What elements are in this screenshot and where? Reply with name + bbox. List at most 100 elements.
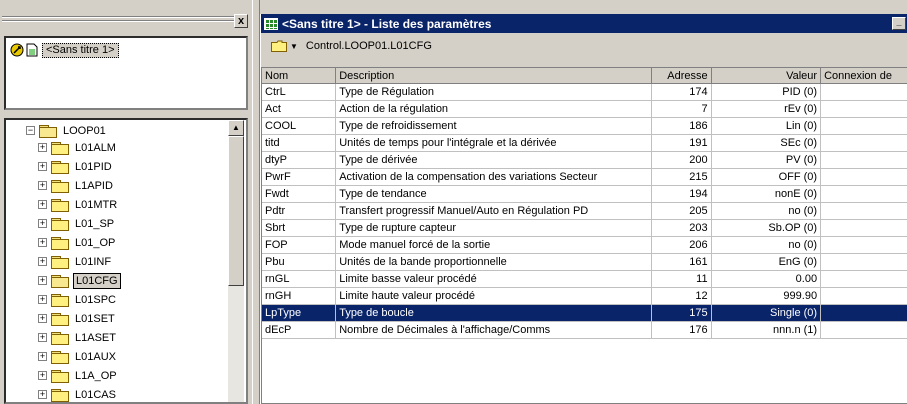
minimize-button[interactable]: _	[892, 17, 906, 30]
table-row[interactable]: Pbu Unités de la bande proportionnelle 161…	[262, 253, 907, 271]
chevron-down-icon[interactable]: ▼	[290, 42, 298, 51]
tree-node[interactable]: + L1APID	[38, 177, 115, 194]
expand-icon[interactable]: +	[38, 238, 47, 247]
table-row[interactable]: Fwdt Type de tendance 194 nonE (0)	[262, 185, 907, 203]
cell-nom: PwrF	[262, 168, 337, 186]
table-row[interactable]: Sbrt Type de rupture capteur 203 Sb.OP (0)	[262, 219, 907, 237]
tree-node[interactable]: + L01ALM	[38, 139, 118, 156]
tree-node[interactable]: + L1ASET	[38, 329, 118, 346]
cell-nom: titd	[262, 134, 337, 152]
cell-adresse: 203	[651, 219, 712, 237]
folder-open-icon	[51, 274, 69, 288]
tree-node[interactable]: + L01CFG	[38, 272, 121, 289]
cell-valeur: no (0)	[711, 202, 822, 220]
column-header-description[interactable]: Description	[335, 68, 652, 84]
scroll-thumb[interactable]	[228, 136, 244, 286]
collapse-icon[interactable]: −	[26, 126, 35, 135]
expand-icon[interactable]: +	[38, 390, 47, 399]
table-row[interactable]: COOL Type de refroidissement 186 Lin (0)	[262, 117, 907, 135]
tree-node[interactable]: + L01_OP	[38, 234, 117, 251]
folder-icon	[51, 198, 69, 212]
tree-node[interactable]: + L01PID	[38, 158, 114, 175]
table-row[interactable]: Act Action de la régulation 7 rEv (0)	[262, 100, 907, 118]
cell-description: Limite haute valeur procédé	[335, 287, 652, 305]
cell-valeur: PV (0)	[711, 151, 822, 169]
tree-node[interactable]: + L01SPC	[38, 291, 118, 308]
table-row[interactable]: dEcP Nombre de Décimales à l'affichage/Co…	[262, 321, 907, 339]
tree-node-root[interactable]: − LOOP01	[26, 122, 108, 139]
tree-scrollbar[interactable]: ▲	[228, 120, 244, 402]
table-row[interactable]: rnGH Limite haute valeur procédé 12 999.90	[262, 287, 907, 305]
folder-icon	[51, 388, 69, 402]
expand-icon[interactable]: +	[38, 143, 47, 152]
tree-node[interactable]: + L01MTR	[38, 196, 119, 213]
folder-icon	[51, 369, 69, 383]
expand-icon[interactable]: +	[38, 162, 47, 171]
table-row[interactable]: titd Unités de temps pour l'intégrale et …	[262, 134, 907, 152]
cell-description: Type de boucle	[335, 304, 652, 322]
wrench-icon	[10, 43, 24, 57]
cell-valeur: Sb.OP (0)	[711, 219, 822, 237]
cell-connexion	[820, 321, 907, 339]
cell-nom: rnGH	[262, 287, 337, 305]
close-panel-button[interactable]: x	[234, 14, 248, 28]
expand-icon[interactable]: +	[38, 295, 47, 304]
cell-valeur: no (0)	[711, 236, 822, 254]
table-row[interactable]: dtyP Type de dérivée 200 PV (0)	[262, 151, 907, 169]
tree-node-label: L01ALM	[75, 141, 116, 154]
tree-node[interactable]: + L01CAS	[38, 386, 118, 402]
expand-icon[interactable]: +	[38, 352, 47, 361]
table-row[interactable]: CtrL Type de Régulation 174 PID (0)	[262, 83, 907, 101]
table-row[interactable]: Pdtr Transfert progressif Manuel/Auto en …	[262, 202, 907, 220]
scroll-up-icon[interactable]: ▲	[228, 120, 244, 136]
table-header: Nom Description Adresse Valeur Connexion…	[262, 68, 907, 84]
cell-adresse: 174	[651, 83, 712, 101]
column-header-adresse[interactable]: Adresse	[651, 68, 712, 84]
tree-node-label: L01_OP	[75, 236, 116, 249]
tree-node[interactable]: + L01INF	[38, 253, 113, 270]
tree-node-label: L01CAS	[75, 388, 116, 401]
cell-valeur: nnn.n (1)	[711, 321, 822, 339]
cell-adresse: 215	[651, 168, 712, 186]
expand-icon[interactable]: +	[38, 257, 47, 266]
expand-icon[interactable]: +	[38, 314, 47, 323]
cell-valeur: Lin (0)	[711, 117, 822, 135]
tree-node[interactable]: + L1A_OP	[38, 367, 119, 384]
pane-splitter[interactable]	[252, 0, 260, 404]
folder-icon	[51, 255, 69, 269]
folder-icon	[51, 160, 69, 174]
table-row[interactable]: LpType Type de boucle 175 Single (0)	[262, 304, 907, 322]
address-bar[interactable]: ▼ Control.LOOP01.L01CFG	[261, 37, 432, 55]
cell-connexion	[820, 219, 907, 237]
cell-description: Transfert progressif Manuel/Auto en Régu…	[335, 202, 652, 220]
cell-description: Limite basse valeur procédé	[335, 270, 652, 288]
table-row[interactable]: rnGL Limite basse valeur procédé 11 0.00	[262, 270, 907, 288]
cell-nom: LpType	[262, 304, 337, 322]
table-row[interactable]: FOP Mode manuel forcé de la sortie 206 no (…	[262, 236, 907, 254]
cell-description: Nombre de Décimales à l'affichage/Comms	[335, 321, 652, 339]
expand-icon[interactable]: +	[38, 219, 47, 228]
expand-icon[interactable]: +	[38, 181, 47, 190]
column-header-nom[interactable]: Nom	[262, 68, 337, 84]
window-titlebar[interactable]: <Sans titre 1> - Liste des paramètres _	[261, 14, 907, 33]
column-header-connexion[interactable]: Connexion de	[820, 68, 907, 84]
tree-node-label: L01_SP	[75, 217, 115, 230]
project-item[interactable]: <Sans titre 1>	[10, 42, 119, 58]
column-header-valeur[interactable]: Valeur	[711, 68, 822, 84]
cell-adresse: 7	[651, 100, 712, 118]
expand-icon[interactable]: +	[38, 200, 47, 209]
cell-valeur: PID (0)	[711, 83, 822, 101]
expand-icon[interactable]: +	[38, 371, 47, 380]
table-row[interactable]: PwrF Activation de la compensation des va…	[262, 168, 907, 186]
cell-connexion	[820, 185, 907, 203]
expand-icon[interactable]: +	[38, 276, 47, 285]
cell-connexion	[820, 287, 907, 305]
tree-node[interactable]: + L01_SP	[38, 215, 116, 232]
cell-adresse: 12	[651, 287, 712, 305]
tree-node[interactable]: + L01AUX	[38, 348, 118, 365]
cell-adresse: 176	[651, 321, 712, 339]
folder-icon	[51, 217, 69, 231]
expand-icon[interactable]: +	[38, 333, 47, 342]
tree-node[interactable]: + L01SET	[38, 310, 117, 327]
cell-description: Type de tendance	[335, 185, 652, 203]
